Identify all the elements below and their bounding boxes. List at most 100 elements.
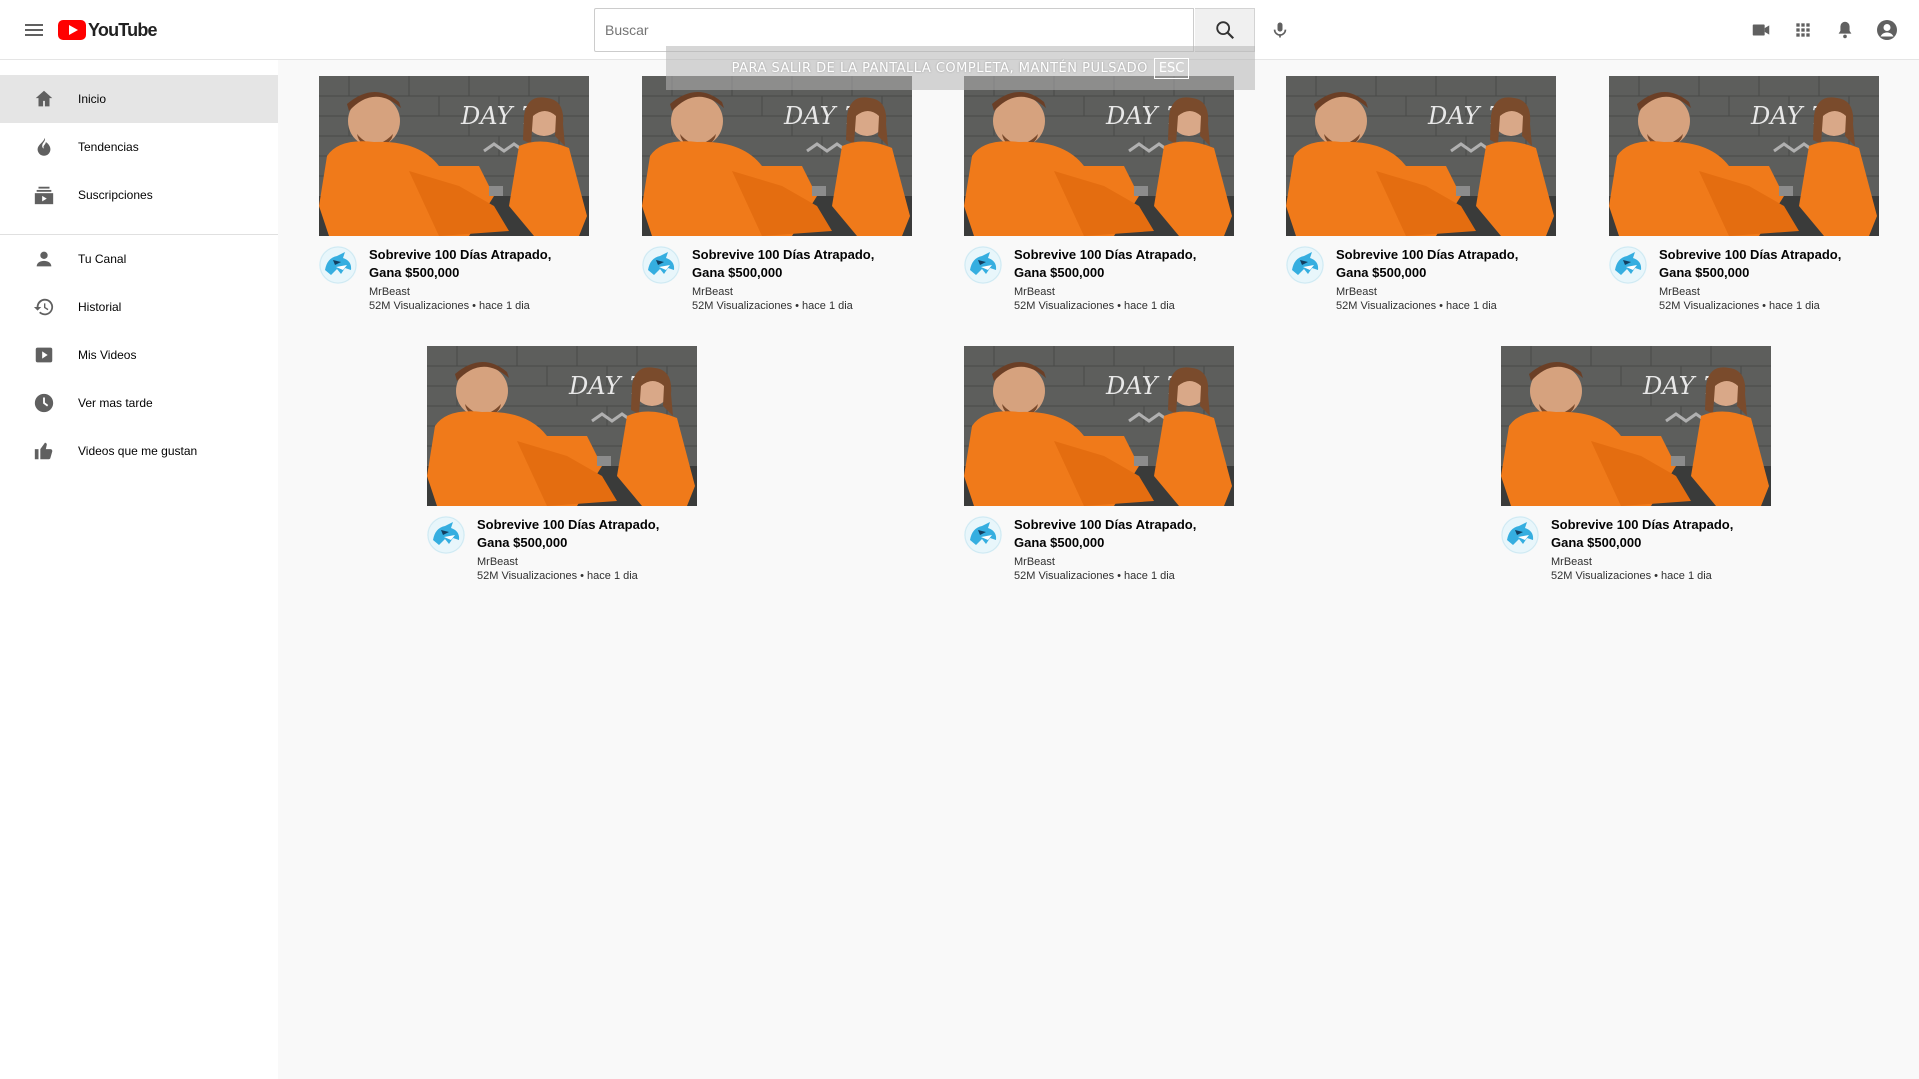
clock-icon bbox=[32, 391, 56, 415]
fullscreen-banner-text: PARA SALIR DE LA PANTALLA COMPLETA, MANT… bbox=[731, 60, 1148, 76]
sidebar-item-ver-mas-tarde[interactable]: Ver mas tarde bbox=[0, 379, 278, 427]
channel-name[interactable]: MrBeast bbox=[1014, 286, 1055, 298]
sidebar-item-label: Mis Videos bbox=[78, 348, 137, 362]
sidebar-item-mis-videos[interactable]: Mis Videos bbox=[0, 331, 278, 379]
thumbnail-image: DAY 70 bbox=[1501, 346, 1771, 506]
video-card[interactable]: DAY 70 Sobrevive 100 Días Atrapado, Gana… bbox=[964, 76, 1234, 316]
video-meta: 52M Visualizaciones • hace 1 dia bbox=[1014, 570, 1175, 582]
video-thumbnail[interactable]: DAY 70 bbox=[1609, 76, 1879, 236]
video-meta: 52M Visualizaciones • hace 1 dia bbox=[477, 570, 638, 582]
apps-grid-icon bbox=[1796, 23, 1810, 37]
video-thumbnail[interactable]: DAY 70 bbox=[964, 346, 1234, 506]
video-title[interactable]: Sobrevive 100 Días Atrapado, Gana $500,0… bbox=[1336, 246, 1546, 282]
voice-search-button[interactable] bbox=[1264, 14, 1296, 46]
fire-icon bbox=[32, 135, 56, 159]
thumbnail-image: DAY 70 bbox=[1609, 76, 1879, 236]
mrbeast-logo-icon bbox=[964, 246, 1002, 284]
channel-avatar[interactable] bbox=[427, 516, 465, 554]
thumbnail-image: DAY 70 bbox=[964, 76, 1234, 236]
mic-icon bbox=[1273, 22, 1287, 38]
channel-avatar[interactable] bbox=[642, 246, 680, 284]
sidebar-item-label: Ver mas tarde bbox=[78, 396, 153, 410]
sidebar-item-videos-que-me-gustan[interactable]: Videos que me gustan bbox=[0, 427, 278, 475]
video-info: Sobrevive 100 Días Atrapado, Gana $500,0… bbox=[427, 506, 697, 586]
video-info: Sobrevive 100 Días Atrapado, Gana $500,0… bbox=[1609, 236, 1879, 316]
fullscreen-exit-banner: PARA SALIR DE LA PANTALLA COMPLETA, MANT… bbox=[666, 46, 1255, 90]
video-meta: 52M Visualizaciones • hace 1 dia bbox=[1014, 300, 1175, 312]
video-info: Sobrevive 100 Días Atrapado, Gana $500,0… bbox=[964, 236, 1234, 316]
channel-name[interactable]: MrBeast bbox=[1551, 556, 1592, 568]
video-title[interactable]: Sobrevive 100 Días Atrapado, Gana $500,0… bbox=[1014, 516, 1224, 552]
sidebar-item-historial[interactable]: Historial bbox=[0, 283, 278, 331]
sidebar-item-label: Tu Canal bbox=[78, 252, 127, 266]
video-meta: 52M Visualizaciones • hace 1 dia bbox=[369, 300, 530, 312]
video-info: Sobrevive 100 Días Atrapado, Gana $500,0… bbox=[319, 236, 589, 316]
thumbs-up-icon bbox=[32, 439, 56, 463]
youtube-logo[interactable]: YouTube bbox=[58, 18, 158, 42]
video-card[interactable]: DAY 70 Sobrevive 100 Días Atrapado, Gana… bbox=[319, 76, 589, 316]
video-thumbnail[interactable]: DAY 70 bbox=[1501, 346, 1771, 506]
video-title[interactable]: Sobrevive 100 Días Atrapado, Gana $500,0… bbox=[369, 246, 579, 282]
sidebar-item-inicio[interactable]: Inicio bbox=[0, 75, 278, 123]
channel-name[interactable]: MrBeast bbox=[369, 286, 410, 298]
video-title[interactable]: Sobrevive 100 Días Atrapado, Gana $500,0… bbox=[477, 516, 687, 552]
channel-avatar[interactable] bbox=[1501, 516, 1539, 554]
video-meta: 52M Visualizaciones • hace 1 dia bbox=[1336, 300, 1497, 312]
thumbnail-image: DAY 70 bbox=[427, 346, 697, 506]
channel-avatar[interactable] bbox=[964, 246, 1002, 284]
channel-avatar[interactable] bbox=[1609, 246, 1647, 284]
create-video-button[interactable] bbox=[1747, 16, 1775, 44]
video-info: Sobrevive 100 Días Atrapado, Gana $500,0… bbox=[1286, 236, 1556, 316]
video-info: Sobrevive 100 Días Atrapado, Gana $500,0… bbox=[1501, 506, 1771, 586]
apps-button[interactable] bbox=[1789, 16, 1817, 44]
video-card[interactable]: DAY 70 Sobrevive 100 Días Atrapado, Gana… bbox=[964, 346, 1234, 586]
channel-avatar[interactable] bbox=[964, 516, 1002, 554]
channel-name[interactable]: MrBeast bbox=[1014, 556, 1055, 568]
thumbnail-image: DAY 70 bbox=[1286, 76, 1556, 236]
video-thumbnail[interactable]: DAY 70 bbox=[427, 346, 697, 506]
logo-text: YouTube bbox=[88, 19, 158, 40]
play-icon bbox=[32, 343, 56, 367]
video-card[interactable]: DAY 70 Sobrevive 100 Días Atrapado, Gana… bbox=[1609, 76, 1879, 316]
thumbnail-image: DAY 70 bbox=[964, 346, 1234, 506]
home-icon bbox=[32, 87, 56, 111]
sidebar-item-tu-canal[interactable]: Tu Canal bbox=[0, 235, 278, 283]
video-card[interactable]: DAY 70 Sobrevive 100 Días Atrapado, Gana… bbox=[642, 76, 912, 316]
channel-avatar[interactable] bbox=[319, 246, 357, 284]
sidebar-item-label: Historial bbox=[78, 300, 122, 314]
channel-avatar[interactable] bbox=[1286, 246, 1324, 284]
video-title[interactable]: Sobrevive 100 Días Atrapado, Gana $500,0… bbox=[1014, 246, 1224, 282]
youtube-play-icon bbox=[58, 20, 86, 40]
video-card[interactable]: DAY 70 Sobrevive 100 Días Atrapado, Gana… bbox=[1286, 76, 1556, 316]
search-input[interactable] bbox=[595, 9, 1193, 51]
video-thumbnail[interactable]: DAY 70 bbox=[319, 76, 589, 236]
channel-name[interactable]: MrBeast bbox=[477, 556, 518, 568]
sidebar: Inicio Tendencias Suscripciones Tu Canal… bbox=[0, 60, 278, 1079]
mrbeast-logo-icon bbox=[427, 516, 465, 554]
notifications-button[interactable] bbox=[1831, 16, 1859, 44]
channel-name[interactable]: MrBeast bbox=[692, 286, 733, 298]
mrbeast-logo-icon bbox=[964, 516, 1002, 554]
video-card[interactable]: DAY 70 Sobrevive 100 Días Atrapado, Gana… bbox=[1501, 346, 1771, 586]
channel-name[interactable]: MrBeast bbox=[1659, 286, 1700, 298]
channel-name[interactable]: MrBeast bbox=[1336, 286, 1377, 298]
sidebar-item-suscripciones[interactable]: Suscripciones bbox=[0, 171, 278, 219]
account-button[interactable] bbox=[1873, 16, 1901, 44]
video-info: Sobrevive 100 Días Atrapado, Gana $500,0… bbox=[642, 236, 912, 316]
menu-icon[interactable] bbox=[22, 18, 46, 42]
video-title[interactable]: Sobrevive 100 Días Atrapado, Gana $500,0… bbox=[1551, 516, 1761, 552]
video-thumbnail[interactable]: DAY 70 bbox=[1286, 76, 1556, 236]
account-icon bbox=[1877, 20, 1897, 40]
sidebar-item-tendencias[interactable]: Tendencias bbox=[0, 123, 278, 171]
video-title[interactable]: Sobrevive 100 Días Atrapado, Gana $500,0… bbox=[692, 246, 902, 282]
mrbeast-logo-icon bbox=[319, 246, 357, 284]
video-title[interactable]: Sobrevive 100 Días Atrapado, Gana $500,0… bbox=[1659, 246, 1869, 282]
mrbeast-logo-icon bbox=[642, 246, 680, 284]
video-meta: 52M Visualizaciones • hace 1 dia bbox=[1551, 570, 1712, 582]
video-info: Sobrevive 100 Días Atrapado, Gana $500,0… bbox=[964, 506, 1234, 586]
video-thumbnail[interactable]: DAY 70 bbox=[642, 76, 912, 236]
sidebar-item-label: Tendencias bbox=[78, 140, 139, 154]
video-card[interactable]: DAY 70 Sobrevive 100 Días Atrapado, Gana… bbox=[427, 346, 697, 586]
sidebar-item-label: Videos que me gustan bbox=[78, 444, 198, 458]
video-thumbnail[interactable]: DAY 70 bbox=[964, 76, 1234, 236]
